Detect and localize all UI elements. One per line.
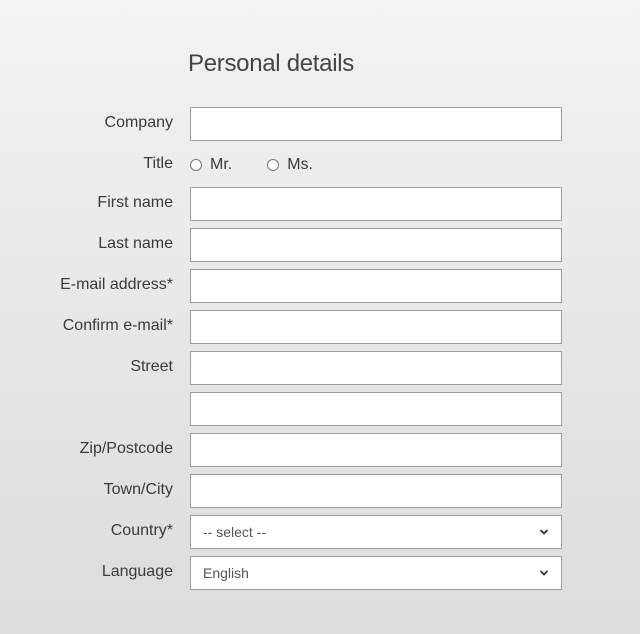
- street-label: Street: [130, 358, 173, 375]
- radio-label-mr: Mr.: [210, 156, 233, 173]
- country-row: Country* -- select --: [0, 515, 640, 549]
- email-label: E-mail address*: [60, 276, 173, 293]
- company-label: Company: [104, 114, 173, 131]
- email-row: E-mail address*: [0, 269, 640, 303]
- section-title: Personal details: [188, 50, 354, 77]
- country-selected-value: -- select --: [203, 524, 266, 540]
- last-name-label: Last name: [98, 235, 173, 252]
- last-name-row: Last name: [0, 228, 640, 262]
- title-radio-group: Mr. Ms.: [190, 156, 348, 174]
- language-selected-value: English: [203, 565, 249, 581]
- street-row: Street: [0, 351, 640, 385]
- last-name-input[interactable]: [190, 228, 562, 262]
- company-row: Company: [0, 107, 640, 141]
- confirm-email-input[interactable]: [190, 310, 562, 344]
- email-input[interactable]: [190, 269, 562, 303]
- zip-input[interactable]: [190, 433, 562, 467]
- title-radio-ms[interactable]: Ms.: [267, 156, 313, 174]
- zip-row: Zip/Postcode: [0, 433, 640, 467]
- town-row: Town/City: [0, 474, 640, 508]
- language-select[interactable]: English: [190, 556, 562, 590]
- zip-label: Zip/Postcode: [79, 440, 173, 457]
- title-row: Title Mr. Ms.: [0, 150, 640, 184]
- chevron-down-icon: [539, 529, 549, 535]
- title-radio-mr[interactable]: Mr.: [190, 156, 232, 174]
- first-name-row: First name: [0, 187, 640, 221]
- title-label: Title: [143, 155, 173, 172]
- radio-label-ms: Ms.: [287, 156, 313, 173]
- radio-circle-icon[interactable]: [190, 159, 202, 171]
- country-select[interactable]: -- select --: [190, 515, 562, 549]
- first-name-input[interactable]: [190, 187, 562, 221]
- chevron-down-icon: [539, 570, 549, 576]
- radio-circle-icon[interactable]: [267, 159, 280, 171]
- street-line2-input[interactable]: [190, 392, 562, 426]
- town-input[interactable]: [190, 474, 562, 508]
- first-name-label: First name: [97, 194, 173, 211]
- street-input[interactable]: [190, 351, 562, 385]
- language-row: Language English: [0, 556, 640, 590]
- country-label: Country*: [110, 522, 173, 539]
- confirm-email-label: Confirm e-mail*: [62, 317, 173, 334]
- town-label: Town/City: [103, 481, 173, 498]
- language-label: Language: [101, 563, 173, 580]
- company-input[interactable]: [190, 107, 562, 141]
- street2-row: [0, 392, 640, 426]
- confirm-email-row: Confirm e-mail*: [0, 310, 640, 344]
